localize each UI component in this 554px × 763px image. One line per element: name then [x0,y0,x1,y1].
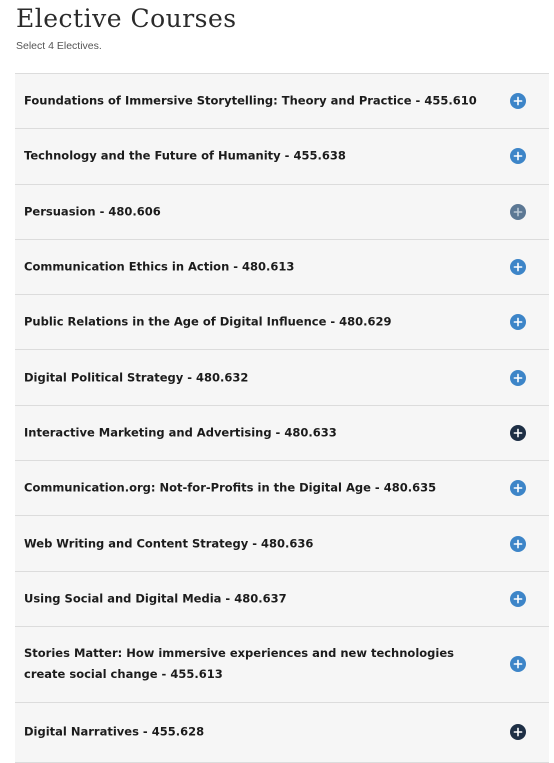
course-item[interactable]: Technology and the Future of Humanity - … [15,129,549,185]
course-item[interactable]: Stories Matter: How immersive experience… [15,626,549,703]
plus-icon[interactable] [510,314,526,331]
course-title: Technology and the Future of Humanity - … [24,148,346,163]
plus-icon[interactable] [510,724,526,741]
course-title: Using Social and Digital Media - 480.637 [24,591,287,606]
course-item[interactable]: Communication Ethics in Action - 480.613 [15,239,549,296]
page-title: Elective Courses [16,4,237,33]
course-item[interactable]: Public Relations in the Age of Digital I… [15,295,549,351]
plus-icon[interactable] [510,93,526,110]
plus-icon[interactable] [510,369,526,386]
plus-icon[interactable] [510,424,526,441]
course-title: Persuasion - 480.606 [24,204,161,219]
page-subtitle: Select 4 Electives. [16,40,102,52]
plus-icon[interactable] [510,480,526,497]
course-item[interactable]: Web Writing and Content Strategy - 480.6… [15,516,549,572]
course-title: Interactive Marketing and Advertising - … [24,425,337,440]
course-title: Stories Matter: How immersive experience… [24,646,454,682]
plus-icon[interactable] [510,656,526,673]
plus-icon[interactable] [510,535,526,552]
course-item[interactable]: Digital Narratives - 455.628 [15,702,549,763]
course-title: Web Writing and Content Strategy - 480.6… [24,536,314,551]
course-item[interactable]: Foundations of Immersive Storytelling: T… [15,74,549,130]
course-title: Digital Political Strategy - 480.632 [24,370,249,385]
course-item[interactable]: Interactive Marketing and Advertising - … [15,405,549,462]
course-item[interactable]: Persuasion - 480.606 [15,184,549,240]
course-item[interactable]: Using Social and Digital Media - 480.637 [15,571,549,627]
course-title: Public Relations in the Age of Digital I… [24,314,392,329]
plus-icon[interactable] [510,148,526,165]
course-title: Communication.org: Not-for-Profits in th… [24,480,437,495]
course-item[interactable]: Digital Political Strategy - 480.632 [15,350,549,406]
course-title: Digital Narratives - 455.628 [24,724,205,739]
plus-icon[interactable] [510,203,526,220]
course-title: Communication Ethics in Action - 480.613 [24,259,295,274]
course-title: Foundations of Immersive Storytelling: T… [24,93,477,108]
plus-icon[interactable] [510,590,526,607]
plus-icon[interactable] [510,259,526,276]
course-item[interactable]: Communication.org: Not-for-Profits in th… [15,461,549,517]
elective-courses-accordion: Foundations of Immersive Storytelling: T… [15,73,549,763]
